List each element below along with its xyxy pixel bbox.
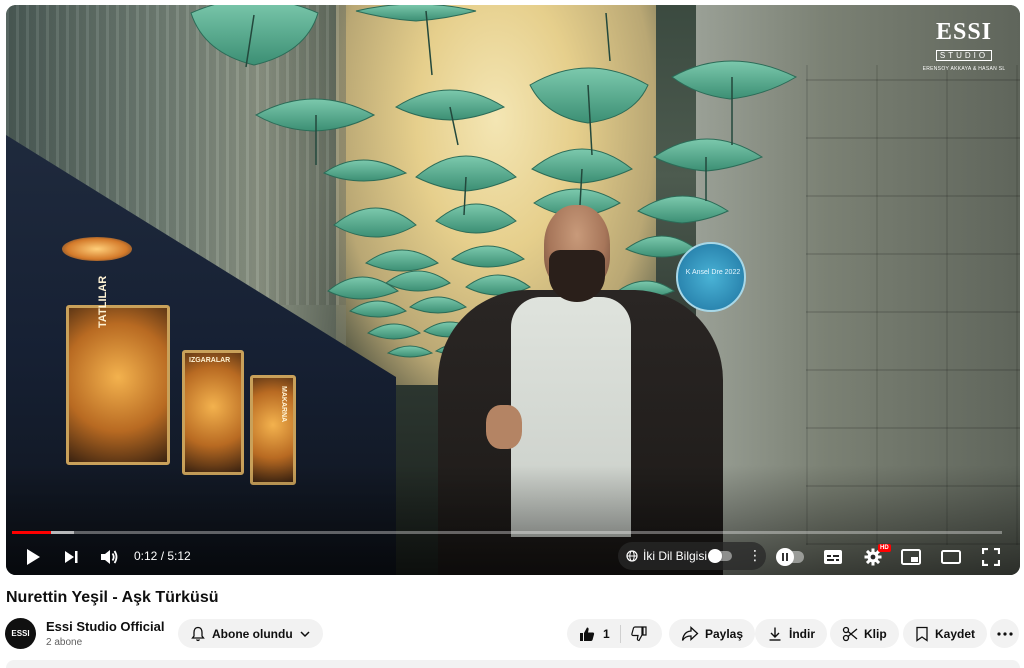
globe-icon (626, 550, 638, 562)
more-horiz-icon (996, 631, 1013, 636)
fullscreen-icon (982, 548, 1000, 566)
more-actions-button[interactable] (990, 619, 1019, 648)
volume-icon (101, 550, 118, 564)
download-button[interactable]: İndir (755, 619, 827, 648)
volume-button[interactable] (98, 546, 120, 568)
miniplayer-button[interactable] (900, 546, 922, 568)
watermark-main-text: ESSI (935, 19, 993, 45)
theater-icon (941, 550, 961, 564)
bell-icon (191, 626, 205, 641)
thumbs-up-icon (580, 627, 595, 641)
play-button[interactable] (22, 546, 44, 568)
like-dislike-group: 1 (567, 619, 662, 648)
like-divider (619, 624, 621, 643)
poster-text: MAKARNA (280, 386, 287, 423)
share-button[interactable]: Paylaş (669, 619, 756, 648)
subtitles-button[interactable] (822, 546, 844, 568)
channel-avatar[interactable]: ESSI (5, 618, 36, 649)
share-label: Paylaş (705, 626, 744, 641)
download-label: İndir (789, 626, 815, 641)
description-box-edge (6, 660, 1020, 668)
time-display: 0:12 / 5:12 (134, 549, 191, 563)
time-current: 0:12 (134, 549, 158, 563)
dubbing-label: İki Dil Bilgisi (643, 549, 708, 563)
thumbs-down-icon[interactable] (630, 625, 647, 642)
time-separator: / (157, 549, 168, 563)
scissors-icon (842, 626, 858, 641)
watermark-credit-text: ERENSOY AKKAYA & HASAN SL (922, 66, 1006, 72)
shop-sign-text: K Ansel Dre 2022 (685, 269, 741, 276)
channel-watermark: ESSI STUDIO ERENSOY AKKAYA & HASAN SL (922, 19, 1006, 75)
play-icon (27, 549, 40, 565)
dubbing-toggle-pill[interactable]: İki Dil Bilgisi ⋮ (618, 542, 766, 570)
fullscreen-button[interactable] (980, 546, 1002, 568)
shop-sign: K Ansel Dre 2022 (676, 242, 746, 312)
watermark-sub-text: STUDIO (935, 50, 993, 61)
channel-name[interactable]: Essi Studio Official (46, 619, 164, 634)
dubbing-switch[interactable] (708, 549, 732, 563)
share-icon (681, 625, 699, 641)
subscriber-count: 2 abone (46, 637, 83, 648)
chevron-down-icon (300, 630, 310, 637)
subscribed-label: Abone olundu (212, 626, 293, 641)
next-icon (65, 551, 78, 563)
person-hand (486, 405, 522, 449)
video-title: Nurettin Yeşil - Aşk Türküsü (6, 589, 219, 606)
video-player[interactable]: TATLILAR IZGARALAR MAKARNA K Ansel Dre 2… (6, 5, 1020, 575)
clip-button[interactable]: Klip (830, 619, 899, 648)
subtitles-icon (824, 550, 842, 564)
autoplay-toggle[interactable] (776, 548, 804, 566)
video-frame: TATLILAR IZGARALAR MAKARNA K Ansel Dre 2… (6, 5, 1020, 575)
time-total: 5:12 (167, 549, 191, 563)
bookmark-icon (916, 626, 928, 642)
subscribed-button[interactable]: Abone olundu (178, 619, 323, 648)
like-button[interactable]: 1 (579, 626, 610, 642)
miniplayer-icon (901, 549, 921, 565)
more-vert-icon[interactable]: ⋮ (748, 547, 762, 564)
progress-played (12, 531, 51, 534)
hd-badge: HD (878, 544, 891, 552)
next-button[interactable] (60, 546, 82, 568)
download-icon (769, 627, 781, 641)
person-beard (549, 250, 605, 302)
progress-bar[interactable] (12, 531, 1002, 534)
theater-button[interactable] (940, 546, 962, 568)
like-count: 1 (603, 626, 610, 641)
clip-label: Klip (864, 626, 887, 641)
avatar-text: ESSI (11, 629, 30, 638)
save-label: Kaydet (935, 626, 976, 641)
save-button[interactable]: Kaydet (903, 619, 988, 648)
